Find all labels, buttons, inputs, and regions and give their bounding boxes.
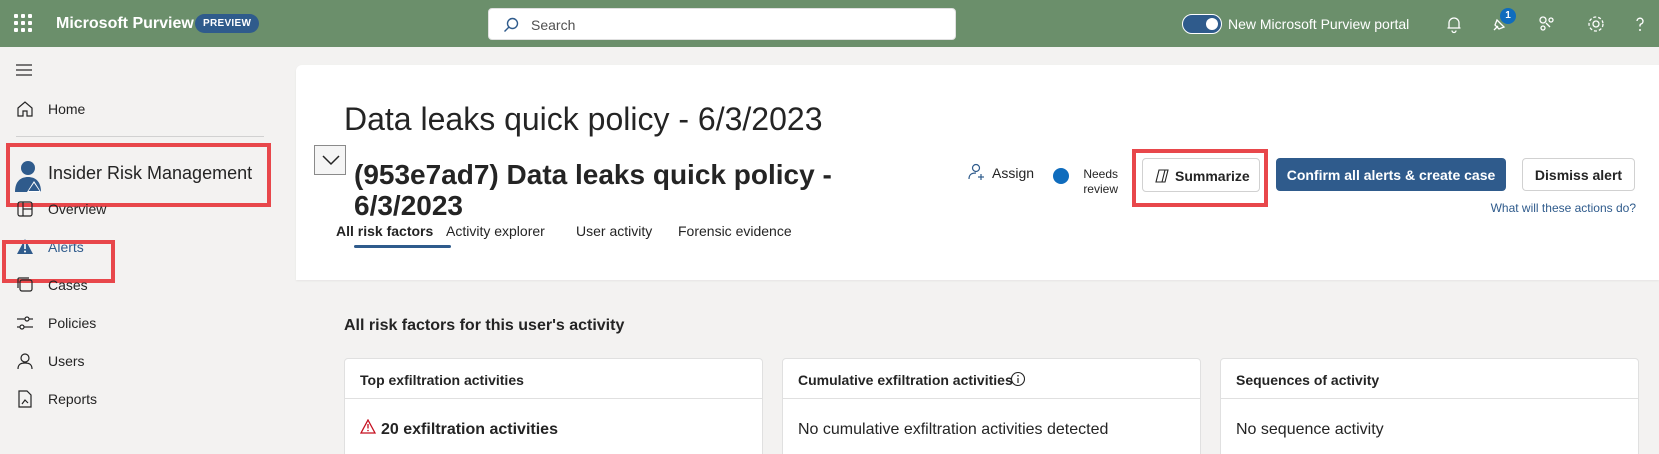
alert-header-panel: Data leaks quick policy - 6/3/2023 (953e… [296,65,1659,280]
copilot-icon [1155,169,1169,183]
tab-all-risk-factors[interactable]: All risk factors [336,223,433,239]
card-header: Sequences of activity [1221,359,1638,399]
card-body: No sequence activity [1236,421,1384,438]
summarize-label: Summarize [1175,168,1250,184]
nav-home-label: Home [48,101,86,117]
search-box[interactable] [488,8,956,40]
assign-label: Assign [992,165,1035,181]
reports-icon [18,390,32,408]
nav-overview-label: Overview [48,201,107,217]
nav-reports[interactable]: Reports [0,380,280,418]
confirm-alerts-create-case-button[interactable]: Confirm all alerts & create case [1276,158,1506,191]
card-title: Top exfiltration activities [360,372,524,388]
app-launcher-icon[interactable] [14,14,32,32]
nav-cases-label: Cases [48,277,88,293]
tab-activity-explorer[interactable]: Activity explorer [446,223,545,239]
nav-users[interactable]: Users [0,342,280,380]
warning-icon [360,419,376,434]
new-portal-toggle-label: New Microsoft Purview portal [1228,16,1410,32]
card-title: Cumulative exfiltration activities [798,372,1013,388]
search-input[interactable] [531,15,931,35]
status-dot-icon [1053,168,1069,184]
cases-icon [17,277,33,292]
app-name[interactable]: Microsoft Purview [56,15,194,33]
alert-title: (953e7ad7) Data leaks quick policy - 6/3… [354,159,832,221]
overview-icon [17,201,33,217]
card-header: Top exfiltration activities [345,359,762,399]
nav-policies-label: Policies [48,315,97,331]
collapse-button[interactable] [314,145,346,175]
insider-risk-icon [15,161,41,192]
home-icon [17,101,33,117]
dismiss-alert-button[interactable]: Dismiss alert [1522,158,1635,191]
card-body: No cumulative exfiltration activities de… [798,421,1109,438]
preview-badge: PREVIEW [195,14,260,33]
nav-insider-risk-label: Insider Risk Management [48,163,253,183]
active-tab-indicator [354,245,451,248]
bell-icon[interactable] [1444,14,1464,34]
tab-forensic-evidence[interactable]: Forensic evidence [678,223,792,239]
page-title: Data leaks quick policy - 6/3/2023 [344,101,823,137]
notification-count-badge: 1 [1500,8,1516,24]
assign-person-icon [968,163,984,180]
sequences-of-activity-card: Sequences of activity No sequence activi… [1220,358,1639,454]
new-portal-toggle[interactable] [1182,14,1222,34]
help-icon[interactable] [1630,14,1650,34]
summarize-button[interactable]: Summarize [1142,158,1260,192]
nav-overview[interactable]: Overview [0,190,280,228]
cumulative-exfiltration-card: Cumulative exfiltration activities No cu… [782,358,1201,454]
user-icon [17,353,33,370]
card-header: Cumulative exfiltration activities [783,359,1200,399]
status-text: Needs review [1083,167,1118,196]
hamburger-icon[interactable] [16,63,34,77]
nav-home[interactable]: Home [0,90,280,128]
nav-reports-label: Reports [48,391,98,407]
nav-policies[interactable]: Policies [0,304,280,342]
card-body: 20 exfiltration activities [381,421,558,438]
nav-users-label: Users [48,353,85,369]
connections-icon[interactable] [1537,14,1557,34]
top-bar: Microsoft Purview PREVIEW New Microsoft … [0,0,1659,47]
left-navigation: Home Insider Risk Management Overview Al… [0,47,280,454]
top-exfiltration-card: Top exfiltration activities 20 exfiltrat… [344,358,763,454]
section-title: All risk factors for this user's activit… [344,317,625,334]
actions-help-link[interactable]: What will these actions do? [1476,201,1636,215]
chevron-down-icon [322,155,340,166]
nav-cases[interactable]: Cases [0,266,280,304]
tab-user-activity[interactable]: User activity [576,223,652,239]
gear-icon[interactable] [1586,14,1606,34]
policies-icon [17,316,33,330]
search-icon [504,17,519,32]
info-icon[interactable] [1010,371,1026,387]
card-title: Sequences of activity [1236,372,1380,388]
nav-divider [16,136,264,137]
